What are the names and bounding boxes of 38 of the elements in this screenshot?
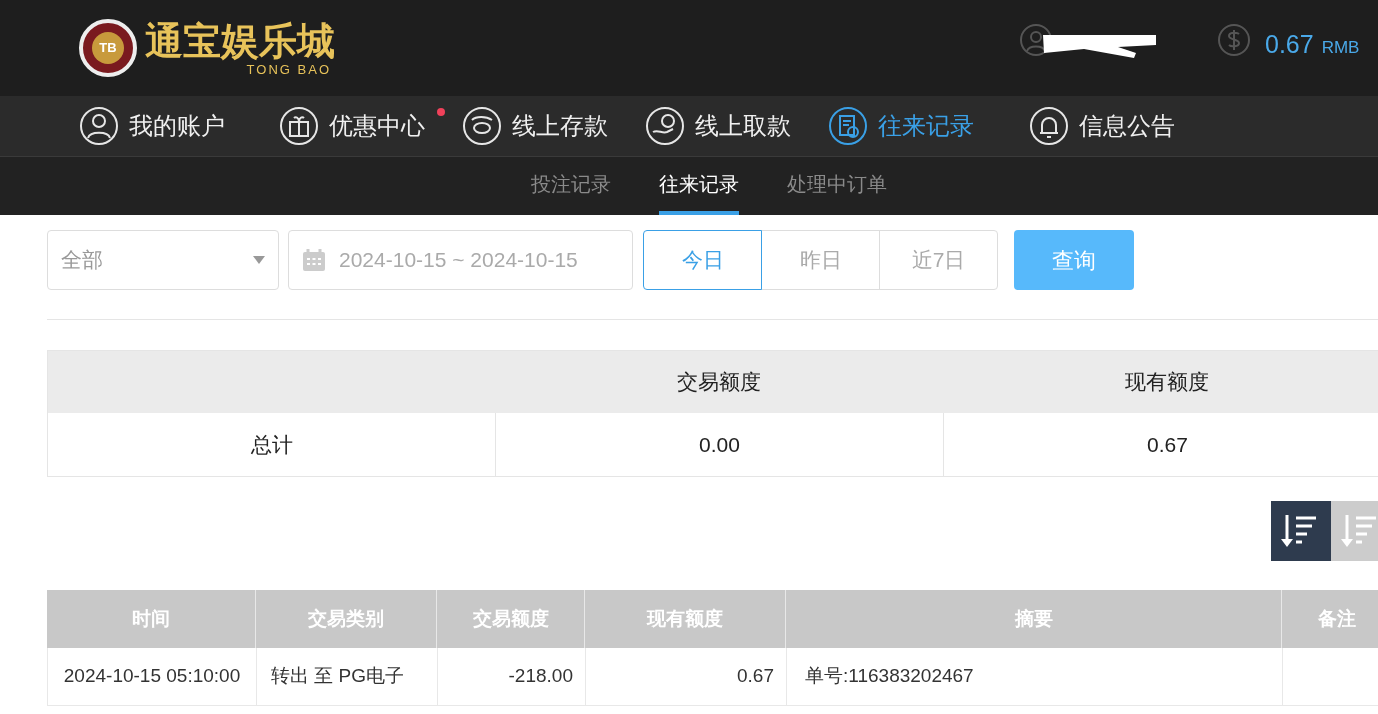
sub-tab[interactable]: 往来记录: [659, 157, 739, 215]
column-header: 现有额度: [1125, 369, 1209, 396]
table-cell-text: 转出 至 PG电子: [271, 664, 404, 689]
nav-item[interactable]: 线上取款: [645, 106, 791, 146]
bell-icon: [1029, 106, 1069, 146]
type-select[interactable]: 全部: [47, 230, 279, 290]
nav-item[interactable]: 我的账户: [79, 106, 225, 146]
table-cell-text: 单号:116383202467: [805, 664, 974, 689]
user-icon: [79, 106, 119, 146]
date-preset-button[interactable]: 昨日: [761, 230, 880, 290]
table-cell: 0.67: [943, 413, 1378, 476]
balance-amount: 0.67: [1265, 29, 1314, 60]
table-cell: 0.00: [495, 413, 943, 476]
nav-item[interactable]: 信息公告: [1029, 106, 1175, 146]
user-icon: [1020, 24, 1052, 56]
sub-tab[interactable]: 处理中订单: [787, 157, 887, 215]
dollar-icon: [1218, 24, 1250, 56]
table-cell-text: 2024-10-15 05:10:00: [63, 664, 241, 689]
balance-currency: RMB: [1321, 37, 1360, 59]
sub-tab[interactable]: 投注记录: [531, 157, 611, 215]
table-cell-text: -218.00: [508, 664, 573, 689]
sort-button[interactable]: [1271, 501, 1331, 561]
logo-subtitle: TONG BAO: [246, 63, 331, 77]
column-header: 交易额度: [677, 369, 761, 396]
document-clock-icon: [828, 106, 868, 146]
calendar-icon: [302, 248, 326, 272]
table-cell-text: 0.67: [737, 664, 774, 689]
logo-badge: TB: [79, 19, 137, 77]
date-preset-button[interactable]: 今日: [643, 230, 762, 290]
logo-title: 通宝娱乐城: [145, 19, 335, 63]
nav-item[interactable]: 往来记录: [828, 106, 974, 146]
nav-item[interactable]: 线上存款: [462, 106, 608, 146]
nav-item[interactable]: 优惠中心: [279, 106, 425, 146]
table-cell-text: 总计: [249, 431, 294, 458]
date-preset-button[interactable]: 近7日: [879, 230, 998, 290]
gift-icon: [279, 106, 319, 146]
caret-icon: [253, 256, 265, 264]
date-range-field[interactable]: 2024-10-15 ~ 2024-10-15: [288, 230, 633, 290]
